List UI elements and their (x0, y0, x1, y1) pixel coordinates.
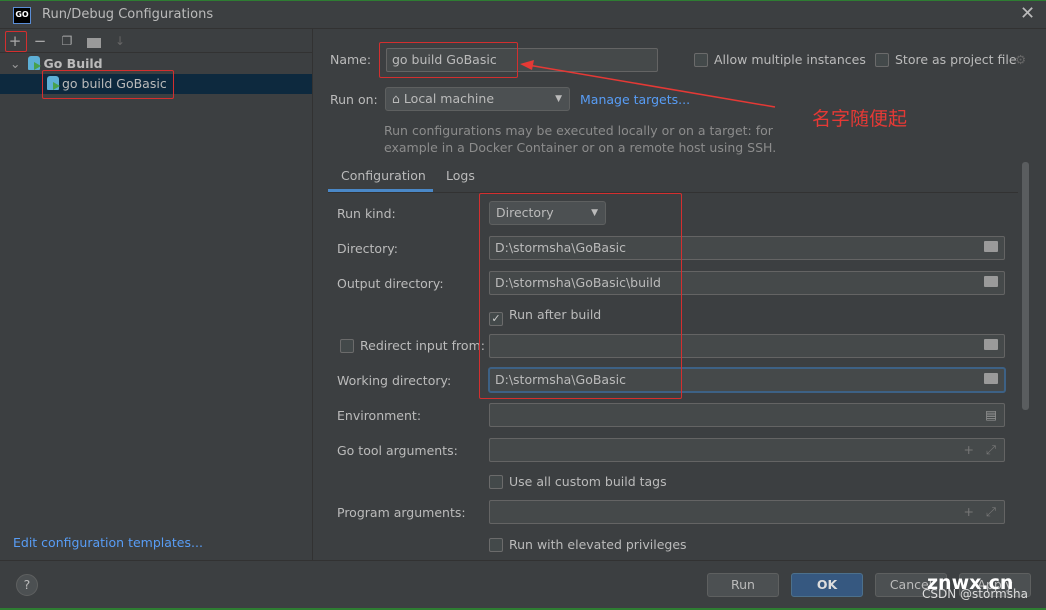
watermark-author: CSDN @stormsha (922, 587, 1028, 601)
annotation-arrow (520, 60, 776, 108)
annotation-text: 名字随便起 (812, 108, 908, 130)
